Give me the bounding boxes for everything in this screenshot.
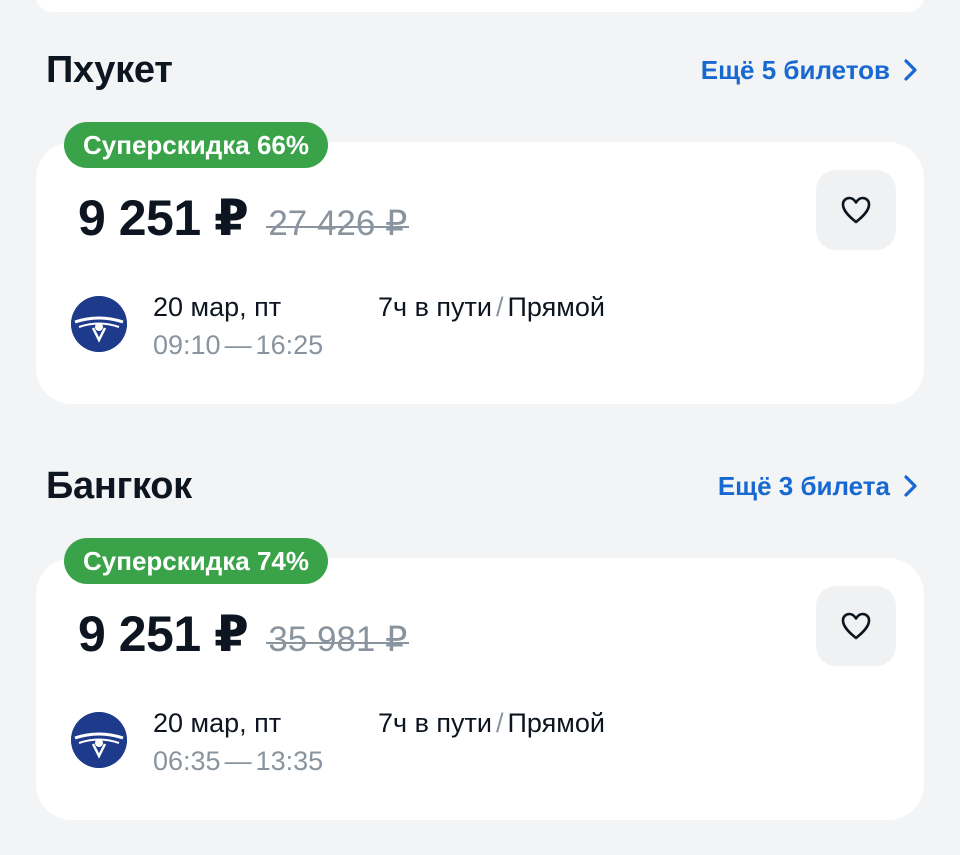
flight-times: 09:10—16:25 xyxy=(153,330,323,361)
favorite-button[interactable] xyxy=(816,170,896,250)
section-header: Пхукет Ещё 5 билетов xyxy=(46,44,920,96)
arrival-time: 16:25 xyxy=(255,330,324,360)
ticket-price: 9 251 ₽ xyxy=(78,606,249,662)
departure-time: 09:10 xyxy=(153,330,221,360)
departure-time: 06:35 xyxy=(153,746,221,776)
more-tickets-link[interactable]: Ещё 3 билета xyxy=(718,471,920,502)
duration-separator: / xyxy=(496,708,504,738)
section-header: Бангкок Ещё 3 билета xyxy=(46,460,920,512)
price-row: 9 251 ₽ 27 426 ₽ xyxy=(78,189,410,247)
stops-text: Прямой xyxy=(507,292,605,322)
favorite-button[interactable] xyxy=(816,586,896,666)
discount-badge: Суперскидка 74% xyxy=(64,538,328,584)
ticket-card[interactable]: 9 251 ₽ 35 981 ₽ 20 мар, пт 06:35—13:35 … xyxy=(36,558,924,820)
airline-logo xyxy=(71,712,127,768)
chevron-right-icon xyxy=(904,475,917,497)
duration-text: 7ч в пути xyxy=(378,292,492,322)
ticket-price: 9 251 ₽ xyxy=(78,190,249,246)
more-tickets-label: Ещё 5 билетов xyxy=(700,54,890,85)
ticket-card[interactable]: 9 251 ₽ 27 426 ₽ 20 мар, пт 09:10—16:25 … xyxy=(36,142,924,404)
stops-text: Прямой xyxy=(507,708,605,738)
city-title: Бангкок xyxy=(46,464,192,507)
chevron-right-icon xyxy=(904,59,917,81)
old-price: 27 426 ₽ xyxy=(266,204,410,243)
time-separator: — xyxy=(224,330,252,360)
more-tickets-label: Ещё 3 билета xyxy=(717,470,890,501)
city-title: Пхукет xyxy=(46,48,173,91)
more-tickets-link[interactable]: Ещё 5 билетов xyxy=(701,55,920,86)
flight-duration: 7ч в пути / Прямой xyxy=(378,292,605,323)
heart-icon xyxy=(841,612,871,640)
flight-date: 20 мар, пт xyxy=(153,708,282,738)
arrival-time: 13:35 xyxy=(255,746,324,776)
previous-card-edge xyxy=(36,0,924,12)
old-price: 35 981 ₽ xyxy=(266,620,410,659)
flight-date: 20 мар, пт xyxy=(153,292,282,322)
flight-duration: 7ч в пути / Прямой xyxy=(378,708,605,739)
duration-text: 7ч в пути xyxy=(378,708,492,738)
time-separator: — xyxy=(224,746,252,776)
heart-icon xyxy=(841,196,871,224)
duration-separator: / xyxy=(496,292,504,322)
airline-logo xyxy=(71,296,127,352)
discount-badge: Суперскидка 66% xyxy=(64,122,328,168)
price-row: 9 251 ₽ 35 981 ₽ xyxy=(78,605,410,663)
flight-times: 06:35—13:35 xyxy=(153,746,323,777)
